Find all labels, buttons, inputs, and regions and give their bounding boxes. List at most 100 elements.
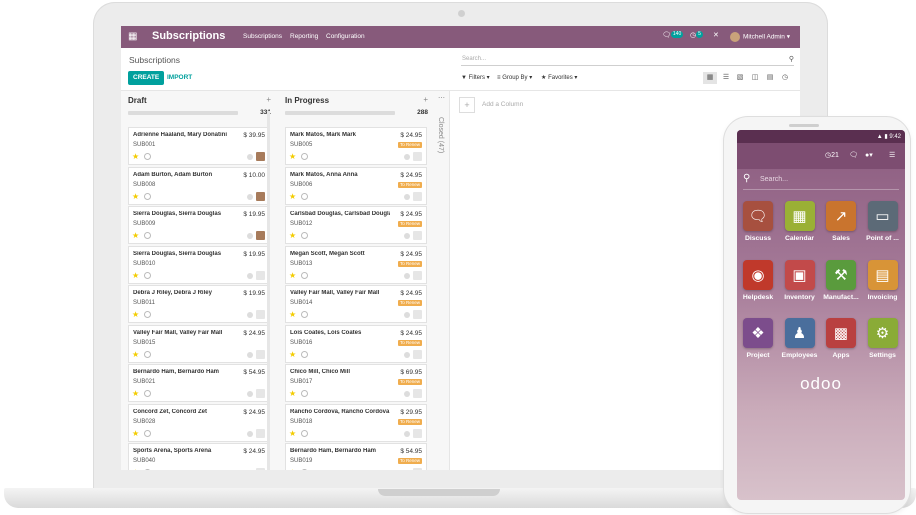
- subscription-card[interactable]: Debra J Riley, Debra J Riley $ 19.95 SUB01…: [128, 285, 270, 323]
- activity-clock-icon[interactable]: [301, 192, 308, 200]
- subscription-card[interactable]: Bernardo Ham, Bernardo Ham $ 54.95 SUB019 T…: [285, 443, 427, 470]
- status-dot[interactable]: [247, 272, 253, 279]
- activity-clock-icon[interactable]: [144, 153, 151, 160]
- status-dot[interactable]: [404, 193, 410, 200]
- subscription-card[interactable]: Carlsbad Douglas, Carlsbad Douglas $ 24.9…: [285, 206, 427, 244]
- status-dot[interactable]: [247, 154, 253, 160]
- status-dot[interactable]: [404, 351, 410, 358]
- menu-reporting[interactable]: Reporting: [290, 33, 318, 40]
- app-tile-sales[interactable]: ↗ Sales: [821, 201, 861, 251]
- priority-star-icon[interactable]: ★: [132, 310, 139, 319]
- phone-menu-icon[interactable]: ☰: [889, 151, 895, 159]
- status-dot[interactable]: [404, 312, 410, 318]
- add-column-label[interactable]: Add a Column: [482, 101, 523, 108]
- subscription-card[interactable]: Sports Arena, Sports Arena $ 24.95 SUB040 ★: [128, 443, 270, 470]
- activity-clock-icon[interactable]: [144, 390, 151, 397]
- activity-view-icon[interactable]: ◷: [778, 72, 792, 84]
- app-tile-discuss[interactable]: 🗨 Discuss: [738, 201, 778, 251]
- app-tile-project[interactable]: ❖ Project: [738, 318, 778, 368]
- activity-clock-icon[interactable]: [301, 350, 308, 358]
- priority-star-icon[interactable]: ★: [289, 468, 296, 470]
- activity-clock-icon[interactable]: [144, 311, 151, 318]
- priority-star-icon[interactable]: ★: [289, 152, 296, 161]
- group-by-dropdown[interactable]: ≡ Group By ▾: [497, 74, 532, 81]
- priority-star-icon[interactable]: ★: [289, 271, 296, 280]
- priority-star-icon[interactable]: ★: [132, 192, 139, 201]
- subscription-card[interactable]: Chico Mill, Chico Mill $ 69.95 SUB017 To Re…: [285, 364, 427, 402]
- priority-star-icon[interactable]: ★: [289, 231, 296, 240]
- activity-clock-icon[interactable]: [144, 350, 151, 358]
- status-dot[interactable]: [247, 312, 253, 318]
- column-scrollbar[interactable]: [267, 111, 270, 470]
- subscription-card[interactable]: Adrienne Haaland, Mary Donatini $ 39.95 SU…: [128, 127, 270, 165]
- search-icon[interactable]: ⚲: [789, 54, 794, 65]
- activity-clock-icon[interactable]: [301, 232, 308, 239]
- debug-close-icon[interactable]: ✕: [713, 31, 719, 39]
- status-dot[interactable]: [247, 351, 253, 358]
- priority-star-icon[interactable]: ★: [289, 192, 296, 201]
- priority-star-icon[interactable]: ★: [132, 429, 139, 438]
- graph-view-icon[interactable]: ▤: [763, 72, 777, 84]
- create-button[interactable]: CREATE: [128, 71, 165, 85]
- subscription-card[interactable]: Valley Fair Mall, Valley Fair Mall $ 24.9…: [128, 324, 270, 363]
- app-tile-inventory[interactable]: ▣ Inventory: [780, 259, 820, 310]
- priority-star-icon[interactable]: ★: [289, 350, 296, 359]
- import-button[interactable]: IMPORT: [162, 71, 197, 85]
- priority-star-icon[interactable]: ★: [132, 389, 139, 398]
- activity-clock-icon[interactable]: [301, 271, 308, 279]
- subscription-card[interactable]: Bernardo Ham, Bernardo Ham $ 54.95 SUB021 ★: [128, 364, 270, 402]
- subscription-card[interactable]: Adam Burton, Adam Burton $ 10.00 SUB008 ★: [128, 166, 270, 205]
- quick-create-icon[interactable]: +: [266, 95, 271, 104]
- filters-dropdown[interactable]: ▼ Filters ▾: [461, 74, 490, 81]
- subscription-card[interactable]: Megan Scott, Megan Scott $ 24.95 SUB013 To …: [285, 245, 427, 284]
- add-column-button[interactable]: +: [459, 97, 475, 113]
- status-dot[interactable]: [404, 154, 410, 160]
- priority-star-icon[interactable]: ★: [132, 468, 139, 470]
- phone-user-icon[interactable]: ●▾: [865, 151, 873, 159]
- priority-star-icon[interactable]: ★: [132, 271, 139, 280]
- subscription-card[interactable]: Valley Fair Mall, Valley Fair Mall $ 24.9…: [285, 285, 427, 323]
- favorites-dropdown[interactable]: ★ Favorites ▾: [541, 74, 577, 81]
- app-tile-invoicing[interactable]: ▤ Invoicing: [863, 259, 903, 310]
- app-tile-manufact[interactable]: ⚒ Manufact...: [821, 259, 861, 310]
- status-dot[interactable]: [404, 272, 410, 279]
- priority-star-icon[interactable]: ★: [132, 350, 139, 359]
- app-tile-calendar[interactable]: ▦ Calendar: [780, 201, 820, 251]
- app-tile-employees[interactable]: ♟ Employees: [780, 318, 820, 368]
- user-menu[interactable]: Mitchell Admin ▾: [730, 32, 790, 42]
- phone-search-input[interactable]: ⚲ Search...: [737, 169, 905, 191]
- apps-grid-icon[interactable]: ▦: [128, 32, 138, 42]
- phone-activity-button[interactable]: ◷21: [825, 151, 839, 159]
- app-tile-settings[interactable]: ⚙ Settings: [863, 318, 903, 368]
- pivot-view-icon[interactable]: ◫: [748, 72, 762, 84]
- priority-star-icon[interactable]: ★: [289, 429, 296, 438]
- subscription-card[interactable]: Sierra Douglas, Sierra Douglas $ 19.95 SUB…: [128, 206, 270, 244]
- subscription-card[interactable]: Lois Coates, Lois Coates $ 24.95 SUB016 To …: [285, 324, 427, 363]
- priority-star-icon[interactable]: ★: [289, 310, 296, 319]
- priority-star-icon[interactable]: ★: [132, 231, 139, 240]
- activity-clock-icon[interactable]: [144, 429, 151, 437]
- subscription-card[interactable]: Mark Matos, Anna Anna $ 24.95 SUB006 To Ren…: [285, 166, 427, 205]
- priority-star-icon[interactable]: ★: [289, 389, 296, 398]
- activity-clock-icon[interactable]: [144, 192, 151, 200]
- subscription-card[interactable]: Rancho Cordova, Rancho Cordova $ 29.95 SUB…: [285, 403, 427, 442]
- grid-view-icon[interactable]: ▧: [733, 72, 747, 84]
- quick-create-icon[interactable]: +: [423, 95, 428, 104]
- activity-clock-icon[interactable]: [301, 390, 308, 397]
- priority-star-icon[interactable]: ★: [132, 152, 139, 161]
- menu-configuration[interactable]: Configuration: [326, 33, 365, 40]
- kanban-view-icon[interactable]: ▦: [703, 72, 717, 84]
- subscription-card[interactable]: Mark Matos, Mark Mark $ 24.95 SUB005 To Ren…: [285, 127, 427, 165]
- status-dot[interactable]: [247, 391, 253, 397]
- list-view-icon[interactable]: ☰: [719, 72, 733, 84]
- app-tile-helpdesk[interactable]: ◉ Helpdesk: [738, 259, 778, 310]
- phone-chat-icon[interactable]: 🗨: [849, 151, 858, 159]
- activity-clock-icon[interactable]: [301, 153, 308, 160]
- menu-subscriptions[interactable]: Subscriptions: [243, 33, 282, 40]
- status-dot[interactable]: [404, 233, 410, 239]
- status-dot[interactable]: [247, 430, 253, 437]
- status-dot[interactable]: [247, 233, 253, 239]
- activity-clock-icon[interactable]: [301, 311, 308, 318]
- activity-clock-icon[interactable]: [144, 469, 151, 470]
- activity-clock-icon[interactable]: [301, 469, 308, 470]
